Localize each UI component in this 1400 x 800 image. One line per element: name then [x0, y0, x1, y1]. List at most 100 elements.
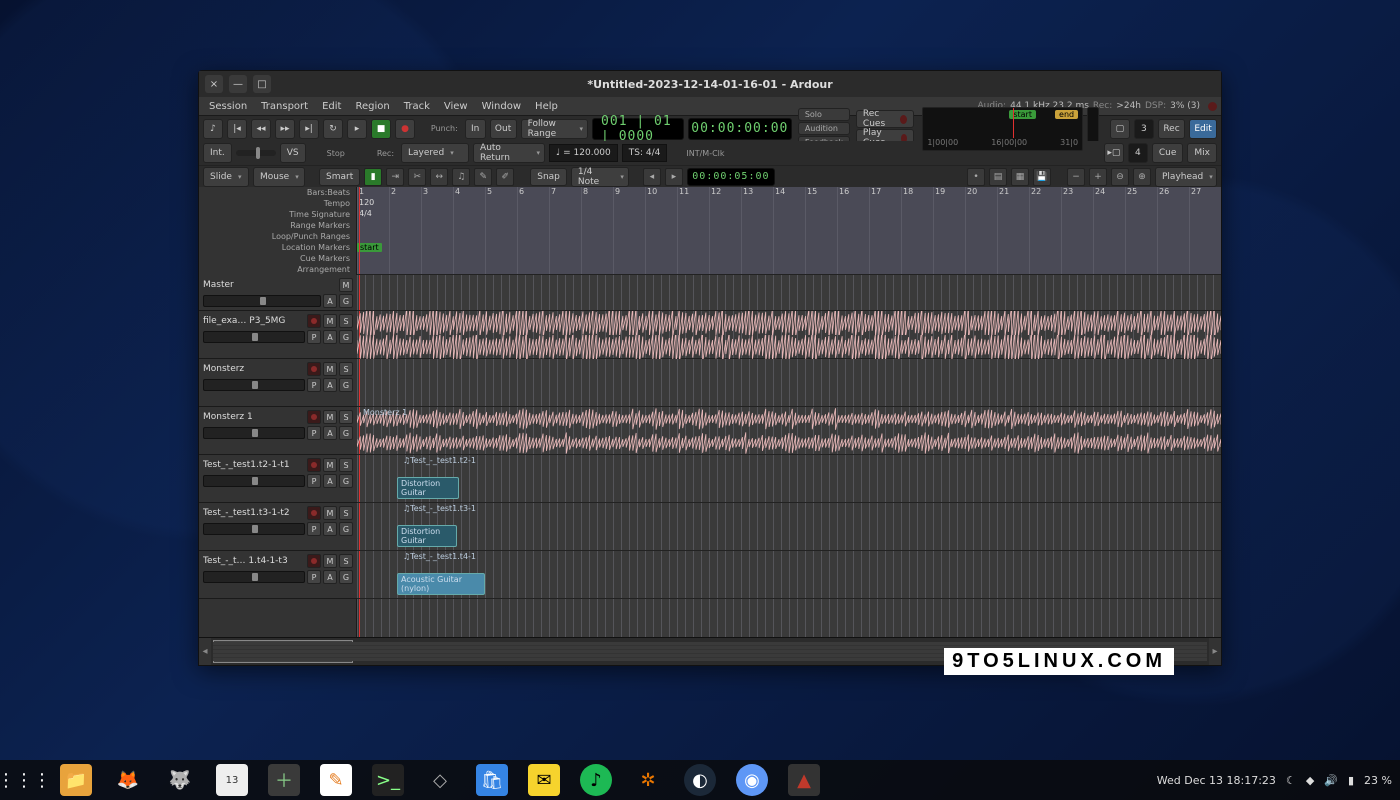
menu-view[interactable]: View [438, 100, 474, 113]
maximize-button[interactable]: □ [253, 75, 271, 93]
tool-stretch[interactable]: ↔ [430, 168, 448, 186]
calendar-icon[interactable]: 13 [216, 764, 248, 796]
track-grow[interactable]: ⊕ [1133, 168, 1151, 186]
track-a-button[interactable]: A [323, 330, 337, 344]
track-s-button[interactable]: S [339, 458, 353, 472]
nudge-right[interactable]: ▸ [665, 168, 683, 186]
bbt-clock[interactable]: 001 | 01 | 0000 [592, 118, 684, 140]
solo-indicator[interactable]: Solo [798, 108, 850, 121]
track-a-button[interactable]: A [323, 570, 337, 584]
minimize-button[interactable]: — [229, 75, 247, 93]
stop-button[interactable]: ■ [371, 119, 391, 139]
track-name[interactable]: Test_-_test1.t3-1-t2 [203, 508, 305, 518]
track-p-button[interactable]: P [307, 474, 321, 488]
track-a-button[interactable]: A [323, 522, 337, 536]
menu-help[interactable]: Help [529, 100, 564, 113]
track-m-button[interactable]: M [323, 362, 337, 376]
track-header[interactable]: MasterMAG [199, 275, 357, 311]
track-lane[interactable]: Monsterz 1 [357, 407, 1221, 455]
nudge-left[interactable]: ◂ [643, 168, 661, 186]
apps-menu-icon[interactable]: ⋮⋮⋮ [8, 764, 40, 796]
zoom-out[interactable]: − [1067, 168, 1085, 186]
midi-region[interactable]: Distortion Guitar [397, 477, 459, 499]
track-a-button[interactable]: A [323, 378, 337, 392]
track-fader[interactable] [203, 427, 305, 439]
track-s-button[interactable]: S [339, 362, 353, 376]
track-name[interactable]: Test_-_test1.t2-1-t1 [203, 460, 305, 470]
tab-rec[interactable]: Rec [1158, 119, 1185, 139]
track-fader[interactable] [203, 331, 305, 343]
track-m-button[interactable]: M [339, 278, 353, 292]
track-fader[interactable] [203, 475, 305, 487]
track-m-button[interactable]: M [323, 458, 337, 472]
auto-return-select[interactable]: Auto Return [473, 143, 545, 163]
track-m-button[interactable]: M [323, 410, 337, 424]
network-icon[interactable]: ◆ [1306, 774, 1314, 787]
track-m-button[interactable]: M [323, 506, 337, 520]
rec-mode-select[interactable]: Layered [401, 143, 469, 163]
record-button[interactable]: ● [395, 119, 415, 139]
grid-select[interactable]: 1/4 Note [571, 167, 629, 187]
track-g-button[interactable]: G [339, 330, 353, 344]
timesig-display[interactable]: TS: 4/4 [622, 144, 668, 162]
signature-marker[interactable]: 4/4 [359, 209, 372, 218]
tool-cut[interactable]: ✂ [408, 168, 426, 186]
layout-b-button[interactable]: ▸▢ [1104, 143, 1124, 163]
zoom-tool-b[interactable]: ▤ [989, 168, 1007, 186]
track-g-button[interactable]: G [339, 570, 353, 584]
track-name[interactable]: file_exa… P3_5MG [203, 316, 305, 326]
track-rec-button[interactable] [307, 506, 321, 520]
track-g-button[interactable]: G [339, 522, 353, 536]
tool-object[interactable]: ▮ [364, 168, 382, 186]
track-a-button[interactable]: A [323, 294, 337, 308]
snap-toggle[interactable]: Snap [530, 168, 567, 186]
tool-audition[interactable]: ♫ [452, 168, 470, 186]
track-g-button[interactable]: G [339, 474, 353, 488]
menu-track[interactable]: Track [398, 100, 436, 113]
close-button[interactable]: × [205, 75, 223, 93]
ruler-area[interactable]: 1234567891011121314151617181920212223242… [357, 187, 1221, 275]
editor-canvas[interactable]: Monsterz 1♫Test_-_test1.t2-1Distortion G… [357, 275, 1221, 637]
track-m-button[interactable]: M [323, 314, 337, 328]
steam-icon[interactable]: ◐ [684, 764, 716, 796]
zoom-in[interactable]: + [1089, 168, 1107, 186]
zoom-tool-d[interactable]: 💾 [1033, 168, 1051, 186]
track-name[interactable]: Monsterz 1 [203, 412, 305, 422]
track-header[interactable]: MonsterzMSPAG [199, 359, 357, 407]
track-rec-button[interactable] [307, 410, 321, 424]
audition-indicator[interactable]: Audition [798, 122, 850, 135]
smart-mode-button[interactable]: Smart [319, 168, 360, 186]
track-s-button[interactable]: S [339, 314, 353, 328]
tab-cue[interactable]: Cue [1152, 143, 1184, 163]
boxes-icon[interactable]: ◇ [424, 764, 456, 796]
firefox-icon[interactable]: 🦊 [112, 764, 144, 796]
track-fader[interactable] [203, 571, 305, 583]
mini-timeline[interactable]: start end 1|00|0016|00|0031|0 [922, 107, 1083, 151]
mouse-mode-select[interactable]: Mouse [253, 167, 305, 187]
track-m-button[interactable]: M [323, 554, 337, 568]
track-p-button[interactable]: P [307, 570, 321, 584]
ffwd-button[interactable]: ▸▸ [275, 119, 295, 139]
blender-icon[interactable]: ✲ [632, 764, 664, 796]
goto-start-button[interactable]: |◂ [227, 119, 247, 139]
zoom-tool-c[interactable]: ▦ [1011, 168, 1029, 186]
zoom-focus-select[interactable]: Playhead [1155, 167, 1217, 187]
varispeed-button[interactable]: VS [280, 143, 306, 163]
track-p-button[interactable]: P [307, 426, 321, 440]
track-p-button[interactable]: P [307, 522, 321, 536]
night-light-icon[interactable]: ☾ [1286, 774, 1296, 787]
menu-transport[interactable]: Transport [255, 100, 314, 113]
shuttle-slider[interactable] [236, 150, 276, 156]
track-rec-button[interactable] [307, 314, 321, 328]
calculator-icon[interactable]: ＋ [268, 764, 300, 796]
play-button[interactable]: ▸ [347, 119, 367, 139]
track-header[interactable]: Monsterz 1MSPAG [199, 407, 357, 455]
ardour-icon[interactable]: ▲ [788, 764, 820, 796]
battery-icon[interactable]: ▮ [1348, 774, 1354, 787]
track-fader[interactable] [203, 523, 305, 535]
menu-edit[interactable]: Edit [316, 100, 347, 113]
punch-in-button[interactable]: In [465, 119, 486, 139]
track-fader[interactable] [203, 379, 305, 391]
midi-panic-button[interactable]: ♪ [203, 119, 223, 139]
track-s-button[interactable]: S [339, 506, 353, 520]
